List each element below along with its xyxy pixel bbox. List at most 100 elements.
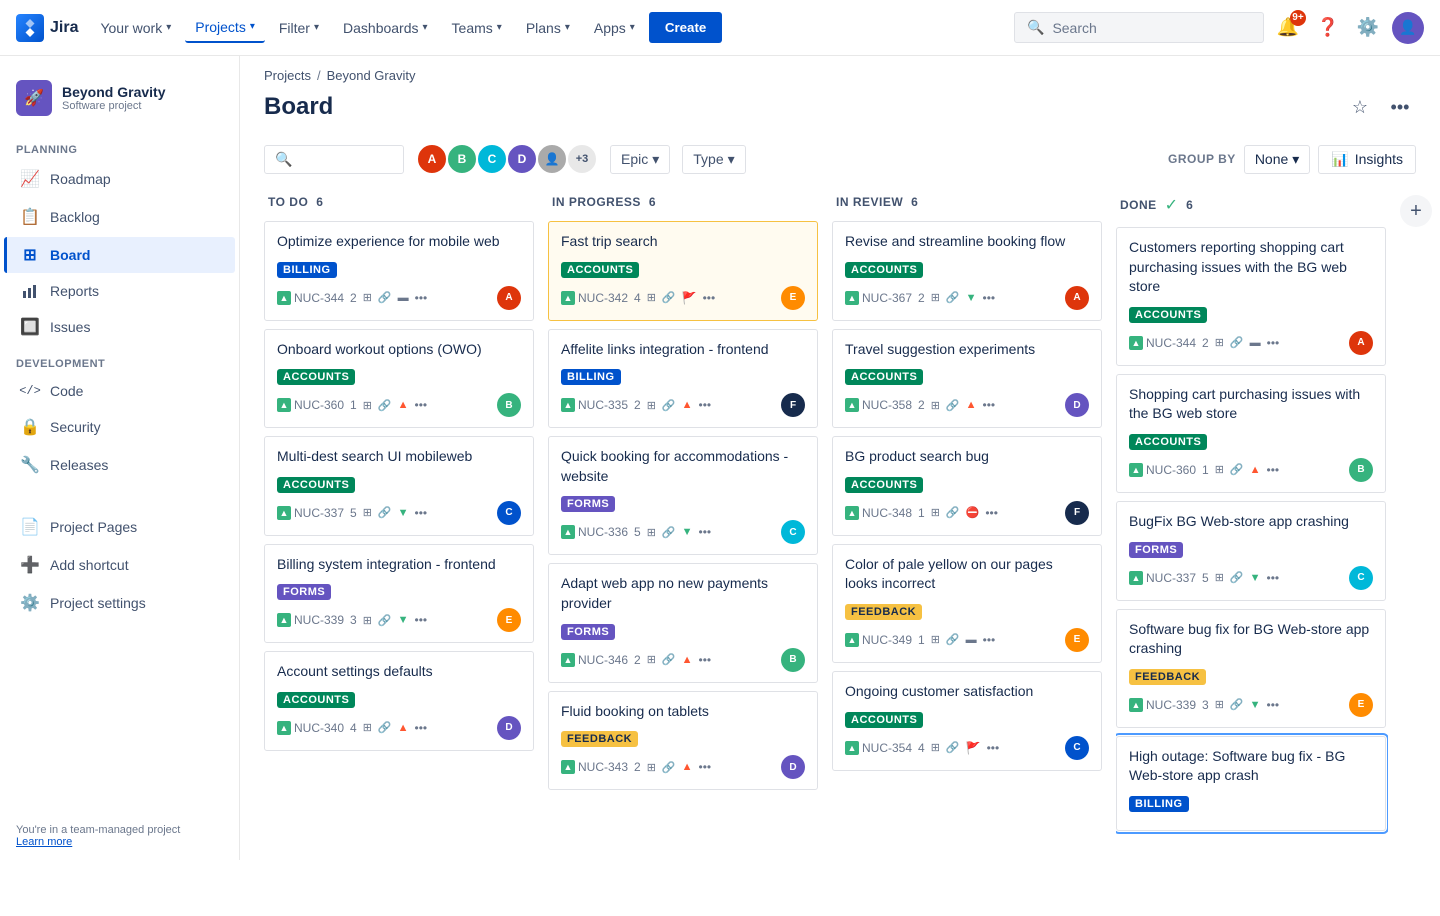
task-card[interactable]: Fast trip searchACCOUNTS ▲ NUC-342 4 ⊞ 🔗… — [548, 221, 818, 321]
assignee-avatar[interactable]: C — [1065, 736, 1089, 760]
nav-plans[interactable]: Plans ▾ — [516, 14, 580, 42]
more-options-icon[interactable]: ••• — [1267, 698, 1280, 712]
breadcrumb-project[interactable]: Beyond Gravity — [327, 68, 416, 83]
task-card[interactable]: Affelite links integration - frontendBIL… — [548, 329, 818, 429]
more-options-button[interactable]: ••• — [1384, 91, 1416, 123]
user-avatar[interactable]: 👤 — [1392, 12, 1424, 44]
group-by-select[interactable]: None ▾ — [1244, 145, 1311, 174]
avatar-filter-3[interactable]: D — [506, 143, 538, 175]
board-search-input[interactable] — [298, 151, 393, 167]
board-search[interactable]: 🔍 — [264, 145, 404, 174]
assignee-avatar[interactable]: E — [1349, 693, 1373, 717]
more-options-icon[interactable]: ••• — [1267, 463, 1280, 477]
nav-dashboards[interactable]: Dashboards ▾ — [333, 14, 438, 42]
assignee-avatar[interactable]: D — [781, 755, 805, 779]
task-card[interactable]: Ongoing customer satisfactionACCOUNTS ▲ … — [832, 671, 1102, 771]
nav-filter[interactable]: Filter ▾ — [269, 14, 329, 42]
task-card[interactable]: Software bug fix for BG Web-store app cr… — [1116, 609, 1386, 728]
more-options-icon[interactable]: ••• — [1267, 336, 1280, 350]
assignee-avatar[interactable]: D — [1065, 393, 1089, 417]
type-filter[interactable]: Type ▾ — [682, 145, 745, 174]
task-card[interactable]: Optimize experience for mobile webBILLIN… — [264, 221, 534, 321]
assignee-avatar[interactable]: A — [497, 286, 521, 310]
task-card[interactable]: Account settings defaultsACCOUNTS ▲ NUC-… — [264, 651, 534, 751]
star-button[interactable]: ☆ — [1344, 91, 1376, 123]
nav-projects[interactable]: Projects ▾ — [185, 13, 265, 43]
task-card[interactable]: Fluid booking on tabletsFEEDBACK ▲ NUC-3… — [548, 691, 818, 791]
sidebar-item-project-settings[interactable]: ⚙️ Project settings — [4, 585, 235, 621]
task-card[interactable]: Adapt web app no new payments providerFO… — [548, 563, 818, 682]
more-avatars[interactable]: +3 — [566, 143, 598, 175]
more-options-icon[interactable]: ••• — [983, 291, 996, 305]
more-options-icon[interactable]: ••• — [1267, 571, 1280, 585]
more-options-icon[interactable]: ••• — [415, 291, 428, 305]
assignee-avatar[interactable]: C — [1349, 566, 1373, 590]
assignee-avatar[interactable]: A — [1065, 286, 1089, 310]
sidebar-item-issues[interactable]: 🔲 Issues — [4, 309, 235, 345]
more-options-icon[interactable]: ••• — [415, 506, 428, 520]
assignee-avatar[interactable]: B — [781, 648, 805, 672]
assignee-avatar[interactable]: E — [497, 608, 521, 632]
task-card[interactable]: Revise and streamline booking flowACCOUN… — [832, 221, 1102, 321]
sidebar-item-add-shortcut[interactable]: ➕ Add shortcut — [4, 547, 235, 583]
sidebar-item-releases[interactable]: 🔧 Releases — [4, 447, 235, 483]
assignee-avatar[interactable]: F — [781, 393, 805, 417]
logo[interactable]: Jira — [16, 14, 78, 42]
breadcrumb-projects[interactable]: Projects — [264, 68, 311, 83]
more-options-icon[interactable]: ••• — [983, 633, 996, 647]
more-options-icon[interactable]: ••• — [415, 613, 428, 627]
sidebar-item-project-pages[interactable]: 📄 Project Pages — [4, 509, 235, 545]
task-card[interactable]: Quick booking for accommodations - websi… — [548, 436, 818, 555]
help-button[interactable]: ❓ — [1312, 12, 1344, 44]
assignee-avatar[interactable]: E — [781, 286, 805, 310]
more-options-icon[interactable]: ••• — [415, 398, 428, 412]
more-options-icon[interactable]: ••• — [415, 721, 428, 735]
task-card[interactable]: Billing system integration - frontendFOR… — [264, 544, 534, 644]
more-options-icon[interactable]: ••• — [703, 291, 716, 305]
sidebar-item-reports[interactable]: Reports — [4, 275, 235, 307]
nav-yourwork[interactable]: Your work ▾ — [90, 14, 181, 42]
sidebar-item-roadmap[interactable]: 📈 Roadmap — [4, 161, 235, 197]
more-options-icon[interactable]: ••• — [983, 398, 996, 412]
avatar-filter-4[interactable]: 👤 — [536, 143, 568, 175]
assignee-avatar[interactable]: E — [1065, 628, 1089, 652]
assignee-avatar[interactable]: A — [1349, 331, 1373, 355]
notifications-button[interactable]: 🔔 9+ — [1272, 12, 1304, 44]
nav-apps[interactable]: Apps ▾ — [584, 14, 645, 42]
epic-filter[interactable]: Epic ▾ — [610, 145, 670, 174]
settings-button[interactable]: ⚙️ — [1352, 12, 1384, 44]
add-column-button[interactable]: + — [1400, 195, 1432, 227]
sidebar-item-backlog[interactable]: 📋 Backlog — [4, 199, 235, 235]
task-card[interactable]: Shopping cart purchasing issues with the… — [1116, 374, 1386, 493]
more-options-icon[interactable]: ••• — [699, 760, 712, 774]
more-options-icon[interactable]: ••• — [699, 525, 712, 539]
assignee-avatar[interactable]: C — [497, 501, 521, 525]
avatar-filter-0[interactable]: A — [416, 143, 448, 175]
more-options-icon[interactable]: ••• — [987, 741, 1000, 755]
avatar-filter-2[interactable]: C — [476, 143, 508, 175]
sidebar-item-security[interactable]: 🔒 Security — [4, 409, 235, 445]
assignee-avatar[interactable]: F — [1065, 501, 1089, 525]
learn-more-link[interactable]: Learn more — [16, 836, 223, 848]
search-bar[interactable]: 🔍 Search — [1014, 12, 1264, 43]
insights-button[interactable]: 📊 Insights — [1318, 145, 1416, 174]
avatar-filter-1[interactable]: B — [446, 143, 478, 175]
assignee-avatar[interactable]: B — [1349, 458, 1373, 482]
task-card[interactable]: BG product search bugACCOUNTS ▲ NUC-348 … — [832, 436, 1102, 536]
task-card[interactable]: Multi-dest search UI mobilewebACCOUNTS ▲… — [264, 436, 534, 536]
task-card[interactable]: Color of pale yellow on our pages looks … — [832, 544, 1102, 663]
task-card[interactable]: Travel suggestion experimentsACCOUNTS ▲ … — [832, 329, 1102, 429]
assignee-avatar[interactable]: D — [497, 716, 521, 740]
sidebar-item-code[interactable]: </> Code — [4, 375, 235, 407]
more-options-icon[interactable]: ••• — [699, 653, 712, 667]
more-options-icon[interactable]: ••• — [985, 506, 998, 520]
nav-teams[interactable]: Teams ▾ — [442, 14, 512, 42]
create-button[interactable]: Create — [649, 12, 723, 43]
assignee-avatar[interactable]: B — [497, 393, 521, 417]
sidebar-item-board[interactable]: ⊞ Board — [4, 237, 235, 273]
task-card[interactable]: High outage: Software bug fix - BG Web-s… — [1116, 736, 1386, 831]
assignee-avatar[interactable]: C — [781, 520, 805, 544]
more-options-icon[interactable]: ••• — [699, 398, 712, 412]
task-card[interactable]: BugFix BG Web-store app crashingFORMS ▲ … — [1116, 501, 1386, 601]
task-card[interactable]: Onboard workout options (OWO)ACCOUNTS ▲ … — [264, 329, 534, 429]
